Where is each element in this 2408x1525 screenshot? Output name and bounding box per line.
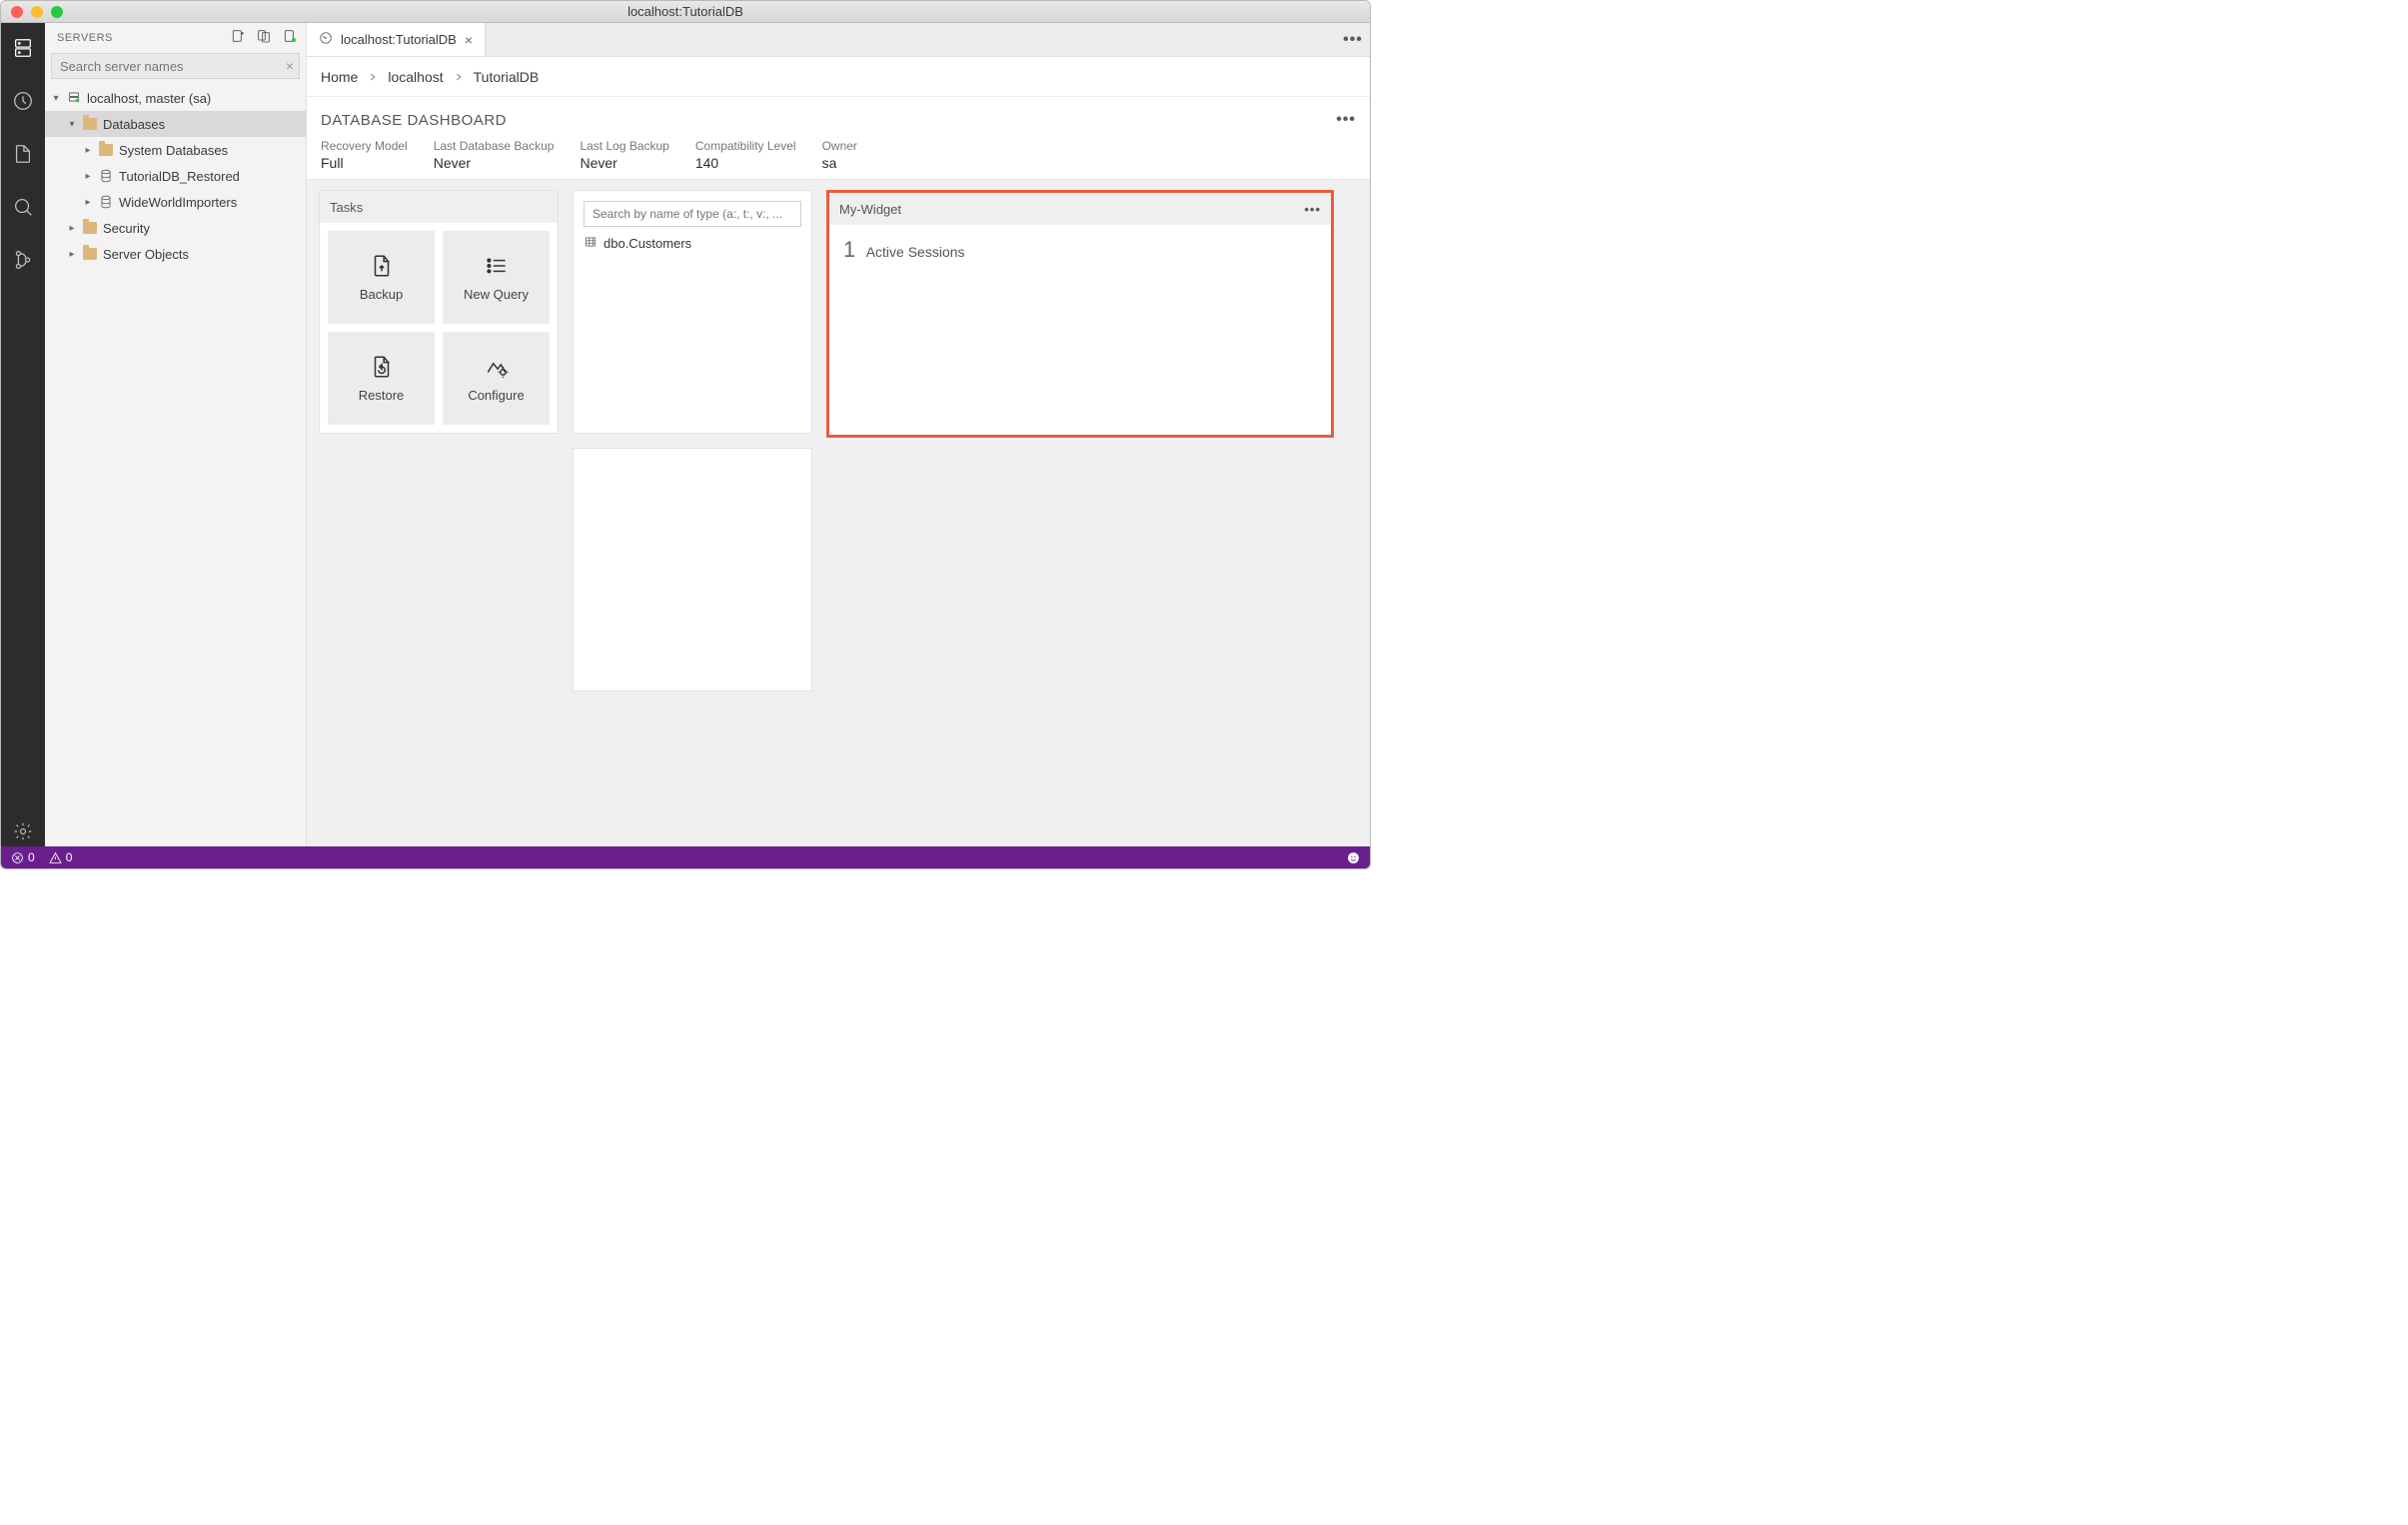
window-title: localhost:TutorialDB: [1, 4, 1370, 19]
task-configure-button[interactable]: Configure: [443, 332, 550, 425]
status-feedback-icon[interactable]: [1347, 851, 1360, 864]
prop-last-db-backup: Last Database Backup Never: [434, 139, 555, 171]
tab-tutorialdb[interactable]: localhost:TutorialDB ×: [307, 23, 486, 56]
server-search-input[interactable]: [51, 53, 300, 79]
tree-database-item[interactable]: ▸ WideWorldImporters: [45, 189, 306, 215]
activity-settings-icon[interactable]: [13, 821, 33, 846]
prop-compat-level: Compatibility Level 140: [695, 139, 796, 171]
tree-security-node[interactable]: ▸ Security: [45, 215, 306, 241]
new-server-group-icon[interactable]: [256, 28, 272, 49]
table-icon: [584, 235, 598, 252]
object-search-input[interactable]: [584, 201, 801, 227]
tasks-title: Tasks: [330, 200, 363, 215]
empty-widget: [573, 448, 812, 692]
my-widget: My-Widget ••• 1 Active Sessions: [826, 190, 1334, 438]
my-widget-more-icon[interactable]: •••: [1304, 202, 1321, 217]
database-icon: [99, 169, 113, 183]
tab-label: localhost:TutorialDB: [341, 32, 457, 47]
new-connection-icon[interactable]: [230, 28, 246, 49]
dashboard-more-icon[interactable]: •••: [1336, 111, 1356, 129]
prop-owner: Owner sa: [822, 139, 857, 171]
editor-tabbar: localhost:TutorialDB × •••: [307, 23, 1370, 57]
task-restore-button[interactable]: Restore: [328, 332, 435, 425]
breadcrumb-home[interactable]: Home: [321, 69, 358, 85]
task-backup-button[interactable]: Backup: [328, 231, 435, 324]
status-warnings[interactable]: 0: [49, 850, 73, 864]
server-tree: ▾ localhost, master (sa) ▾ Databases ▸ S…: [45, 85, 306, 267]
dashboard-title: DATABASE DASHBOARD: [321, 112, 507, 129]
dashboard-icon: [319, 31, 333, 48]
prop-last-log-backup: Last Log Backup Never: [580, 139, 668, 171]
prop-recovery-model: Recovery Model Full: [321, 139, 408, 171]
tree-server-node[interactable]: ▾ localhost, master (sa): [45, 85, 306, 111]
tab-close-icon[interactable]: ×: [465, 32, 473, 48]
status-bar: 0 0: [1, 846, 1370, 868]
show-connections-icon[interactable]: [282, 28, 298, 49]
database-icon: [99, 195, 113, 209]
activity-servers-icon[interactable]: [12, 37, 34, 64]
activity-explorer-icon[interactable]: [12, 143, 34, 170]
activity-bar: [1, 23, 45, 846]
breadcrumb: Home localhost TutorialDB: [307, 57, 1370, 97]
chevron-right-icon: [368, 69, 378, 85]
folder-icon: [99, 144, 113, 156]
breadcrumb-server[interactable]: localhost: [388, 69, 443, 85]
activity-source-control-icon[interactable]: [12, 249, 34, 276]
sidebar-title: SERVERS: [57, 32, 113, 44]
tree-server-label: localhost, master (sa): [87, 91, 211, 106]
server-icon: [67, 90, 81, 107]
tabbar-more-icon[interactable]: •••: [1336, 23, 1370, 56]
object-search-widget: dbo.Customers: [573, 190, 812, 434]
activity-task-history-icon[interactable]: [12, 90, 34, 117]
folder-icon: [83, 118, 97, 130]
folder-icon: [83, 222, 97, 234]
tree-databases-label: Databases: [103, 117, 165, 132]
tree-database-item[interactable]: ▸ TutorialDB_Restored: [45, 163, 306, 189]
activity-search-icon[interactable]: [12, 196, 34, 223]
task-new-query-button[interactable]: New Query: [443, 231, 550, 324]
status-errors[interactable]: 0: [11, 850, 35, 864]
window-titlebar: localhost:TutorialDB: [1, 1, 1370, 23]
search-result-item[interactable]: dbo.Customers: [584, 235, 801, 252]
tree-server-objects-node[interactable]: ▸ Server Objects: [45, 241, 306, 267]
tasks-widget: Tasks Backup New Query Res: [319, 190, 559, 434]
tree-databases-node[interactable]: ▾ Databases: [45, 111, 306, 137]
clear-search-icon[interactable]: ×: [286, 58, 294, 74]
chevron-right-icon: [454, 69, 464, 85]
dashboard-header: DATABASE DASHBOARD ••• Recovery Model Fu…: [307, 97, 1370, 180]
tree-system-databases[interactable]: ▸ System Databases: [45, 137, 306, 163]
my-widget-title: My-Widget: [839, 202, 901, 217]
breadcrumb-database[interactable]: TutorialDB: [474, 69, 540, 85]
servers-sidebar: SERVERS × ▾ localhost, master (sa): [45, 23, 307, 846]
widget-count: 1: [843, 237, 855, 262]
folder-icon: [83, 248, 97, 260]
widget-label: Active Sessions: [866, 244, 965, 260]
